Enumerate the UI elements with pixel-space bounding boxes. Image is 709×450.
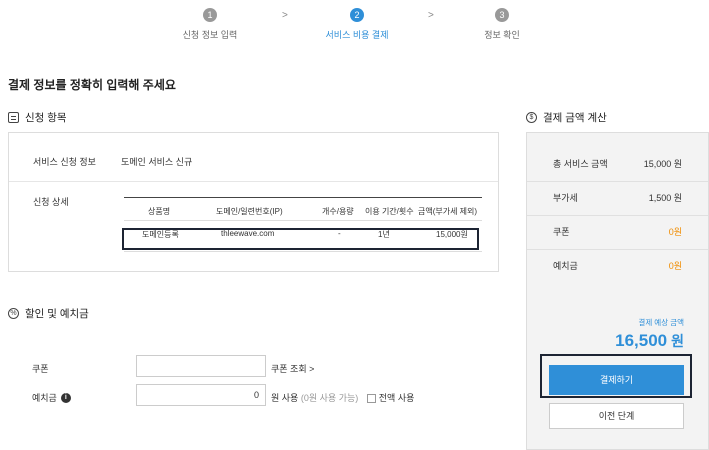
coupon-lookup-link[interactable]: 쿠폰 조회 > [271,362,314,375]
chevron-right-icon: > [282,10,288,21]
calc-value: 0원 [668,227,682,237]
document-icon [8,112,19,123]
column-header: 상품명 [148,207,171,216]
calc-label: 예치금 [553,261,578,271]
step-3-label: 정보 확인 [484,30,520,40]
column-header: 이용 기간/횟수 [365,207,414,216]
step-2: 2 서비스 비용 결제 [307,8,407,41]
calc-row-coupon: 쿠폰 0원 [553,225,682,238]
step-3-number: 3 [495,8,509,22]
estimated-total: 16,500 원 [615,331,684,351]
divider [527,215,708,216]
estimated-amount: 16,500 [615,331,668,350]
step-2-number: 2 [350,8,364,22]
estimated-label: 결제 예상 금액 [638,318,684,327]
estimated-unit: 원 [671,333,684,349]
calc-row-vat: 부가세 1,500 원 [553,191,682,204]
detail-label: 신청 상세 [33,197,69,207]
calc-label: 부가세 [553,193,578,203]
column-header: 개수/용량 [322,207,354,216]
info-icon[interactable]: i [60,392,71,403]
column-header: 도메인/일련번호(IP) [216,207,283,216]
deposit-label: 예치금 i [32,391,71,404]
step-1-number: 1 [203,8,217,22]
dollar-icon: $ [526,112,537,123]
divider [527,249,708,250]
divider [527,181,708,182]
apply-section-title: 신청 항목 [8,110,67,125]
use-all-checkbox[interactable] [366,394,376,404]
pay-button-highlight-outline [540,354,692,398]
coupon-input[interactable] [136,355,266,377]
percent-icon: % [8,308,19,319]
divider [124,251,482,252]
apply-section-label: 신청 항목 [25,112,67,124]
calc-section-label: 결제 금액 계산 [543,112,607,124]
deposit-input[interactable]: 0 [136,384,266,406]
divider [9,181,498,182]
calc-value: 15,000 원 [643,159,682,169]
calc-panel: 총 서비스 금액 15,000 원 부가세 1,500 원 쿠폰 0원 예치금 … [526,132,709,450]
deposit-unit: 원 사용 [271,393,299,403]
apply-box: 서비스 신청 정보 도메인 서비스 신규 신청 상세 상품명 도메인/일련번호(… [8,132,499,272]
calc-row-deposit: 예치금 0원 [553,259,682,272]
calc-value: 1,500 원 [648,193,682,203]
discount-section-label: 할인 및 예치금 [25,308,89,320]
calc-section-title: $ 결제 금액 계산 [526,110,607,125]
page-title: 결제 정보를 정확히 입력해 주세요 [8,78,176,92]
previous-step-button[interactable]: 이전 단계 [549,403,684,429]
service-info-value: 도메인 서비스 신규 [121,157,193,167]
calc-label: 총 서비스 금액 [553,159,608,169]
use-all-label[interactable]: 전액 사용 [379,393,415,403]
deposit-label-text: 예치금 [32,393,57,403]
row-highlight-outline [122,228,479,250]
checkout-stepper: 1 신청 정보 입력 > 2 서비스 비용 결제 > 3 정보 확인 [0,8,709,44]
step-3: 3 정보 확인 [452,8,552,41]
step-2-label: 서비스 비용 결제 [325,30,389,40]
chevron-right-icon: > [428,10,434,21]
deposit-available: (0원 사용 가능) [300,393,359,403]
calc-value: 0원 [668,261,682,271]
calc-label: 쿠폰 [553,227,570,237]
step-1: 1 신청 정보 입력 [160,8,260,41]
column-header: 금액(부가세 제외) [418,207,478,216]
coupon-label: 쿠폰 [32,364,49,374]
discount-section-title: % 할인 및 예치금 [8,306,89,321]
step-1-label: 신청 정보 입력 [182,30,238,40]
service-info-label: 서비스 신청 정보 [33,157,96,167]
service-info-row: 서비스 신청 정보 도메인 서비스 신규 [33,155,192,168]
order-table-header: 상품명 도메인/일련번호(IP) 개수/용량 이용 기간/횟수 금액(부가세 제… [124,197,482,221]
calc-row-total: 총 서비스 금액 15,000 원 [553,157,682,170]
deposit-unit-row: 원 사용 (0원 사용 가능) 전액 사용 [271,391,414,404]
